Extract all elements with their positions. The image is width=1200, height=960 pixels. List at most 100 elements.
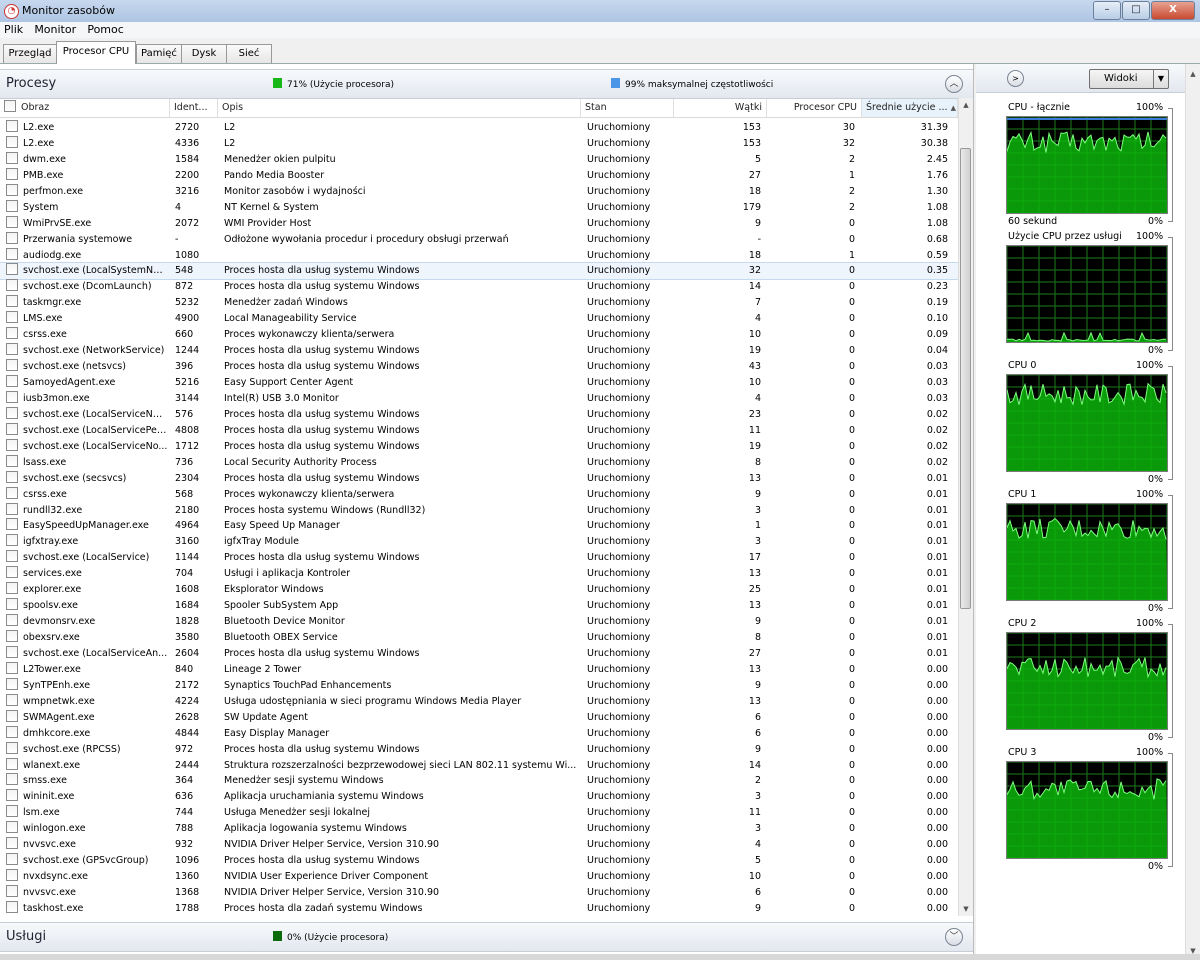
row-checkbox[interactable] [6,853,18,866]
table-row[interactable]: lsm.exe 744 Usługa Menedżer sesji lokalnej… [0,805,958,821]
process-image[interactable]: dwm.exe [6,151,168,168]
process-image[interactable]: SWMAgent.exe [6,709,168,726]
row-checkbox[interactable] [6,614,18,627]
table-row[interactable]: wlanext.exe 2444 Struktura rozszerzalności… [0,757,958,774]
table-row[interactable]: svchost.exe (NetworkService) 1244 Proces h… [0,343,958,359]
process-image[interactable]: nvvsvc.exe [6,885,168,901]
table-row[interactable]: spoolsv.exe 1684 Spooler SubSystem App Uruc… [0,598,958,614]
row-checkbox[interactable] [6,311,18,324]
row-checkbox[interactable] [6,438,18,451]
table-row[interactable]: L2.exe 4336 L2 Uruchomiony 153 32 30.38 [0,135,958,152]
row-checkbox[interactable] [6,470,18,483]
scroll-down-icon[interactable]: ▼ [959,902,973,916]
row-checkbox[interactable] [6,135,18,148]
table-row[interactable]: svchost.exe (LocalSystemNet... 548 Proces … [0,262,959,281]
row-checkbox[interactable] [6,805,18,818]
table-row[interactable]: taskhost.exe 1788 Proces hosta dla zadań s… [0,900,958,917]
tab-network[interactable]: Sieć [226,44,272,63]
table-row[interactable]: taskmgr.exe 5232 Menedżer zadań Windows Uru… [0,295,958,311]
column-description[interactable]: Opis [218,99,581,117]
processes-scrollbar-thumb[interactable] [960,148,971,609]
process-image[interactable]: nvvsvc.exe [6,837,168,853]
row-checkbox[interactable] [6,390,18,403]
row-checkbox[interactable] [6,518,18,531]
process-image[interactable]: explorer.exe [6,582,168,598]
process-image[interactable]: PMB.exe [6,167,168,184]
process-image[interactable]: csrss.exe [6,327,168,343]
row-checkbox[interactable] [6,773,18,786]
table-row[interactable]: SWMAgent.exe 2628 SW Update Agent Uruchomio… [0,709,958,726]
row-checkbox[interactable] [6,183,18,196]
table-row[interactable]: nvvsvc.exe 932 NVIDIA Driver Helper Servic… [0,837,958,853]
expand-services-icon[interactable]: ﹀ [945,928,963,946]
process-image[interactable]: winlogon.exe [6,821,168,837]
process-image[interactable]: svchost.exe (LocalServiceNo... [6,438,168,455]
minimize-button[interactable]: – [1093,1,1121,20]
process-image[interactable]: services.exe [6,566,168,582]
row-checkbox[interactable] [6,821,18,834]
row-checkbox[interactable] [6,151,18,164]
process-image[interactable]: svchost.exe (DcomLaunch) [6,279,168,295]
row-checkbox[interactable] [6,279,18,292]
process-image[interactable]: svchost.exe (LocalSystemNet... [6,263,168,279]
row-checkbox[interactable] [6,693,18,706]
process-image[interactable]: perfmon.exe [6,183,168,200]
table-row[interactable]: svchost.exe (LocalServicePee... 4808 Proce… [0,422,958,439]
table-row[interactable]: winlogon.exe 788 Aplikacja logowania syste… [0,821,958,837]
row-checkbox[interactable] [6,869,18,882]
process-image[interactable]: dmhkcore.exe [6,725,168,742]
table-row[interactable]: svchost.exe (netsvcs) 396 Proces hosta dla… [0,359,958,375]
menu-monitor[interactable]: Monitor [30,22,80,37]
process-image[interactable]: WmiPrvSE.exe [6,215,168,232]
process-image[interactable]: svchost.exe (LocalService) [6,550,168,566]
table-row[interactable]: csrss.exe 568 Proces wykonawczy klienta/se… [0,486,958,503]
graphs-scroll-up-icon[interactable]: ▲ [1186,67,1200,81]
table-row[interactable]: nvvsvc.exe 1368 NVIDIA Driver Helper Servi… [0,885,958,901]
process-image[interactable]: EasySpeedUpManager.exe [6,518,168,534]
table-row[interactable]: audiodg.exe 1080 Uruchomiony 18 1 0.59 [0,247,958,264]
table-row[interactable]: igfxtray.exe 3160 igfxTray Module Uruchomio… [0,534,958,550]
close-button[interactable]: X [1151,1,1195,20]
process-image[interactable]: svchost.exe (RPCSS) [6,741,168,758]
table-row[interactable]: Przerwania systemowe - Odłożone wywołania … [0,231,958,248]
row-checkbox[interactable] [6,167,18,180]
table-row[interactable]: svchost.exe (LocalServiceNet... 576 Proces… [0,406,958,423]
table-row[interactable]: System 4 NT Kernel & System Uruchomiony 179 2… [0,199,958,216]
row-checkbox[interactable] [6,502,18,515]
row-checkbox[interactable] [6,566,18,579]
process-image[interactable]: audiodg.exe [6,247,168,264]
row-checkbox[interactable] [6,215,18,228]
table-row[interactable]: L2.exe 2720 L2 Uruchomiony 153 30 31.39 [0,120,958,136]
services-section-header[interactable]: Usługi 0% (Użycie procesora) ﹀ [0,922,973,952]
table-row[interactable]: WmiPrvSE.exe 2072 WMI Provider Host Uruchom… [0,215,958,232]
row-checkbox[interactable] [6,120,18,132]
row-checkbox[interactable] [6,709,18,722]
table-row[interactable]: SynTPEnh.exe 2172 Synaptics TouchPad Enhan… [0,677,958,694]
process-image[interactable]: svchost.exe (LocalServiceNet... [6,406,168,423]
process-image[interactable]: lsass.exe [6,454,168,471]
menu-file[interactable]: Plik [0,22,27,37]
process-image[interactable]: wlanext.exe [6,757,168,774]
process-image[interactable]: lsm.exe [6,805,168,821]
table-row[interactable]: dmhkcore.exe 4844 Easy Display Manager Uruc… [0,725,958,742]
process-image[interactable]: rundll32.exe [6,502,168,519]
processes-section-header[interactable]: Procesy 71% (Użycie procesora) 99% maksy… [0,69,973,99]
table-row[interactable]: perfmon.exe 3216 Monitor zasobów i wydajno… [0,183,958,200]
row-checkbox[interactable] [6,900,18,913]
row-checkbox[interactable] [6,247,18,260]
row-checkbox[interactable] [6,231,18,244]
row-checkbox[interactable] [6,534,18,547]
row-checkbox[interactable] [6,422,18,435]
table-row[interactable]: svchost.exe (DcomLaunch) 872 Proces hosta … [0,279,958,295]
menu-help[interactable]: Pomoc [83,22,127,37]
table-row[interactable]: iusb3mon.exe 3144 Intel(R) USB 3.0 Monitor… [0,390,958,407]
process-image[interactable]: L2Tower.exe [6,661,168,678]
process-image[interactable]: LMS.exe [6,311,168,327]
maximize-button[interactable]: □ [1122,1,1150,20]
table-row[interactable]: EasySpeedUpManager.exe 4964 Easy Speed Up … [0,518,958,534]
table-row[interactable]: LMS.exe 4900 Local Manageability Service Ur… [0,311,958,327]
table-row[interactable]: dwm.exe 1584 Menedżer okien pulpitu Uruchom… [0,151,958,168]
row-checkbox[interactable] [6,645,18,658]
table-row[interactable]: svchost.exe (LocalServiceAn... 2604 Proces… [0,645,958,662]
table-row[interactable]: svchost.exe (GPSvcGroup) 1096 Proces hosta… [0,853,958,869]
